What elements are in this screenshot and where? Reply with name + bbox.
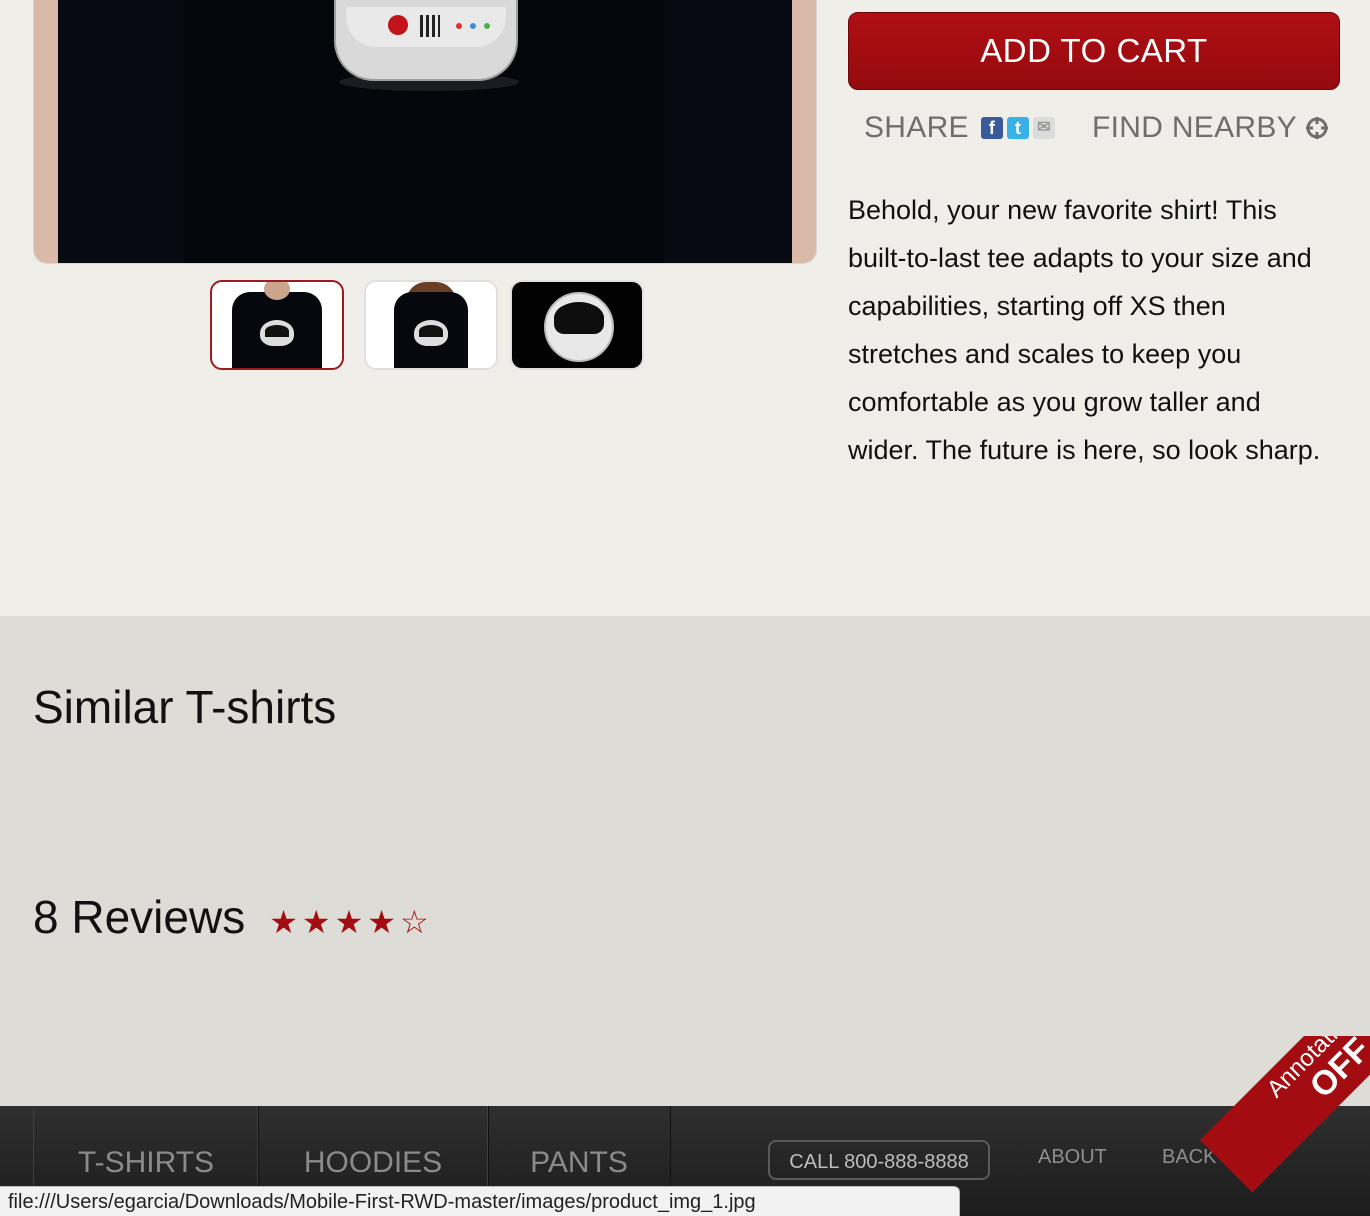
star-filled-icon: ★	[269, 903, 298, 941]
share-row: SHARE f t ✉	[864, 108, 1055, 148]
rating-stars: ★ ★ ★ ★ ☆	[269, 906, 432, 938]
facebook-icon[interactable]: f	[980, 117, 1003, 139]
find-nearby-label: FIND NEARBY	[1092, 111, 1297, 144]
call-button[interactable]: CALL 800-888-8888	[768, 1140, 990, 1180]
twitter-icon[interactable]: t	[1006, 117, 1029, 139]
annotations-ribbon-wrap: Annotations: OFF	[1190, 1036, 1370, 1216]
email-icon[interactable]: ✉	[1032, 117, 1055, 139]
thumbnail-man-shirt[interactable]	[210, 280, 344, 370]
crosshair-icon	[1305, 116, 1329, 140]
helmet-icon	[334, 0, 518, 81]
share-label: SHARE	[864, 111, 969, 144]
star-empty-icon: ☆	[399, 903, 429, 941]
star-filled-icon: ★	[367, 903, 396, 941]
star-filled-icon: ★	[334, 903, 364, 941]
thumbnail-woman-shirt[interactable]	[364, 280, 498, 370]
browser-status-bar: file:///Users/egarcia/Downloads/Mobile-F…	[0, 1186, 960, 1216]
reviews-heading[interactable]: 8 Reviews	[33, 890, 245, 944]
find-nearby-link[interactable]: FIND NEARBY	[1092, 108, 1329, 148]
star-filled-icon: ★	[301, 903, 331, 941]
similar-heading: Similar T-shirts	[33, 681, 337, 733]
thumbnail-helmet-closeup[interactable]	[510, 280, 644, 370]
product-description: Behold, your new favorite shirt! This bu…	[848, 195, 1321, 465]
about-link[interactable]: ABOUT	[1038, 1146, 1107, 1169]
reviews-header: 8 Reviews ★ ★ ★ ★ ☆	[33, 890, 433, 944]
annotations-toggle[interactable]: Annotations: OFF	[1200, 1036, 1370, 1193]
product-main-image[interactable]	[33, 0, 817, 264]
add-to-cart-button[interactable]: ADD TO CART	[848, 12, 1340, 90]
